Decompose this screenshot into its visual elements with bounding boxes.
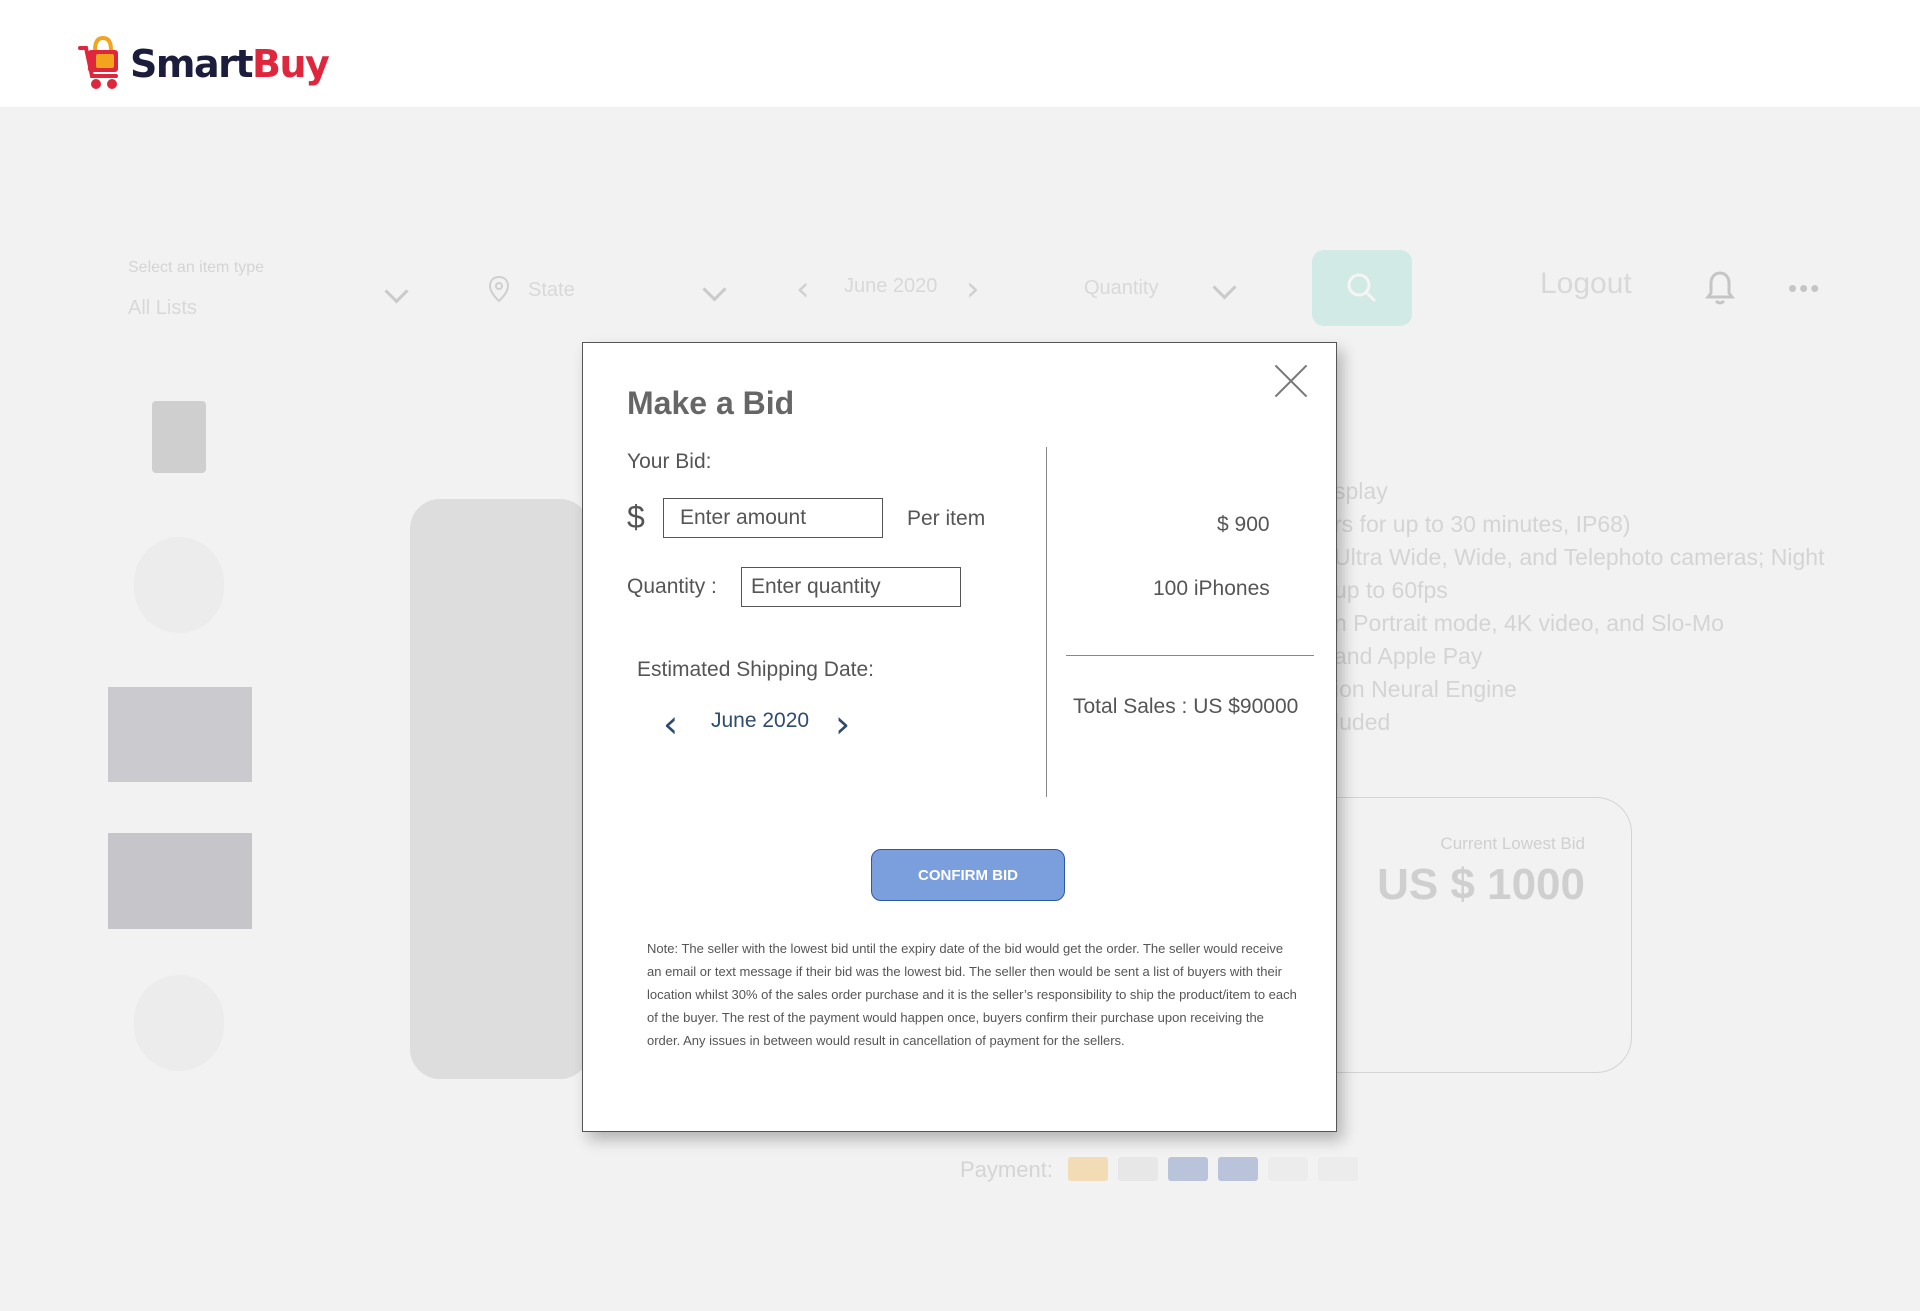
maestro-icon <box>1168 1157 1208 1181</box>
location-pin-icon <box>488 275 510 303</box>
discover-icon <box>1118 1157 1158 1181</box>
close-icon[interactable] <box>1273 363 1309 399</box>
shipping-month: June 2020 <box>711 709 810 732</box>
current-bid-value: US $ 1000 <box>1377 860 1585 909</box>
product-thumbnail-2[interactable] <box>134 537 224 633</box>
product-thumbnail-4[interactable] <box>108 833 252 929</box>
more-options-icon[interactable]: ••• <box>1788 273 1821 304</box>
feature-item: n Portrait mode, 4K video, and Slo-Mo <box>1334 610 1724 636</box>
make-bid-modal: Make a Bid Your Bid: $ Per item Quantity… <box>582 342 1337 1132</box>
summary-price: $ 900 <box>1217 513 1270 536</box>
payment-label: Payment: <box>960 1157 1053 1182</box>
current-bid-card: Current Lowest Bid US $ 1000 <box>1290 797 1632 1073</box>
vertical-divider <box>1046 447 1047 797</box>
feature-item: splay <box>1334 478 1388 504</box>
quantity-select[interactable]: Quantity <box>1084 277 1158 300</box>
product-main-image <box>410 499 590 1079</box>
summary-quantity: 100 iPhones <box>1153 577 1270 600</box>
next-month-icon[interactable]: › <box>835 705 850 743</box>
feature-item: up to 60fps <box>1334 577 1448 603</box>
mastercard-icon <box>1218 1157 1258 1181</box>
logo-text: SmartBuy <box>130 42 330 86</box>
search-icon <box>1347 273 1377 303</box>
feature-item: luded <box>1334 709 1391 735</box>
chevron-down-icon[interactable] <box>702 277 727 302</box>
bid-note: Note: The seller with the lowest bid unt… <box>647 941 1297 1048</box>
your-bid-label: Your Bid: <box>627 450 712 473</box>
modal-title: Make a Bid <box>627 385 795 421</box>
shipping-date-label: Estimated Shipping Date: <box>637 658 874 681</box>
next-month-icon[interactable]: › <box>966 269 980 309</box>
quantity-input[interactable] <box>741 567 961 607</box>
visa-icon <box>1318 1157 1358 1181</box>
feature-item: Ultra Wide, Wide, and Telephoto cameras;… <box>1334 544 1825 570</box>
bid-amount-input[interactable] <box>663 498 883 538</box>
logo-buy: Buy <box>252 42 330 86</box>
chevron-down-icon[interactable] <box>1212 275 1237 300</box>
prev-month-icon[interactable]: ‹ <box>663 705 678 743</box>
product-thumbnail-3[interactable] <box>108 687 252 782</box>
paypal-icon <box>1268 1157 1308 1181</box>
currency-symbol: $ <box>627 499 645 535</box>
per-item-label: Per item <box>907 507 986 530</box>
top-header: SmartBuy <box>0 0 1920 107</box>
feature-item: ion Neural Engine <box>1334 676 1517 702</box>
bell-icon[interactable] <box>1698 265 1742 309</box>
product-thumbnail-1[interactable] <box>152 401 206 473</box>
total-sales: Total Sales : US $90000 <box>1073 695 1299 718</box>
product-features: splay rs for up to 30 minutes, IP68) Ult… <box>1334 475 1824 739</box>
month-picker[interactable]: June 2020 <box>844 275 937 298</box>
feature-item: and Apple Pay <box>1334 643 1483 669</box>
feature-item: rs for up to 30 minutes, IP68) <box>1334 511 1631 537</box>
summary-divider <box>1066 655 1314 656</box>
bitcoin-icon <box>1068 1157 1108 1181</box>
shopping-cart-logo-icon <box>78 35 118 89</box>
smartbuy-logo[interactable]: SmartBuy <box>76 34 330 94</box>
chevron-down-icon[interactable] <box>384 279 409 304</box>
search-button[interactable] <box>1312 250 1412 326</box>
product-thumbnail-5[interactable] <box>134 975 224 1071</box>
logo-smart: Smart <box>130 42 254 86</box>
current-bid-label: Current Lowest Bid <box>1440 834 1585 853</box>
quantity-label: Quantity : <box>627 575 717 598</box>
prev-month-icon[interactable]: ‹ <box>796 269 810 309</box>
logout-link[interactable]: Logout <box>1540 267 1632 301</box>
state-select[interactable]: State <box>528 279 575 302</box>
confirm-bid-button[interactable]: CONFIRM BID <box>871 849 1065 901</box>
item-type-label: Select an item type <box>128 259 265 276</box>
item-type-select[interactable]: All Lists <box>128 297 197 320</box>
